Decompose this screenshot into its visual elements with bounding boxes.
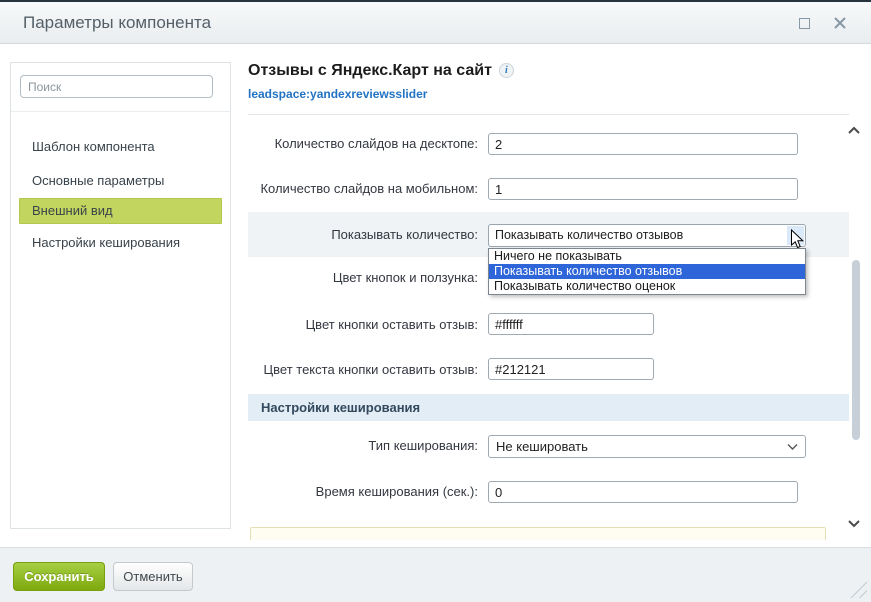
sidebar-item-cache-settings[interactable]: Настройки кеширования bbox=[11, 233, 230, 253]
buttons-slider-color-label: Цвет кнопок и ползунка: bbox=[248, 266, 478, 290]
next-section-partial bbox=[250, 527, 826, 540]
slides-desktop-label: Количество слайдов на десктопе: bbox=[248, 132, 478, 156]
footer: Сохранить Отменить bbox=[0, 547, 871, 602]
slides-mobile-input[interactable] bbox=[488, 178, 798, 200]
resize-grip[interactable] bbox=[848, 579, 867, 598]
cache-section-title: Настройки кеширования bbox=[248, 394, 849, 421]
show-count-label: Показывать количество: bbox=[248, 223, 478, 247]
review-button-text-color-input[interactable] bbox=[488, 358, 654, 380]
dialog-titlebar: Параметры компонента bbox=[0, 2, 871, 44]
page-title: Отзывы с Яндекс.Карт на сайт i bbox=[248, 62, 514, 80]
scrollbar-thumb[interactable] bbox=[852, 260, 860, 440]
review-button-color-label: Цвет кнопки оставить отзыв: bbox=[248, 313, 478, 337]
review-button-text-color-label: Цвет текста кнопки оставить отзыв: bbox=[248, 358, 478, 382]
component-title: Отзывы с Яндекс.Карт на сайт bbox=[248, 62, 492, 79]
dropdown-option-nothing[interactable]: Ничего не показывать bbox=[489, 249, 805, 264]
maximize-icon[interactable] bbox=[799, 18, 810, 29]
info-icon[interactable]: i bbox=[499, 63, 514, 78]
review-button-color-input[interactable] bbox=[488, 313, 654, 335]
chevron-down-icon bbox=[787, 443, 798, 451]
sidebar-item-template[interactable]: Шаблон компонента bbox=[11, 137, 230, 157]
search-input[interactable] bbox=[20, 75, 213, 98]
dropdown-option-ratings-count[interactable]: Показывать количество оценок bbox=[489, 279, 805, 294]
sidebar-item-main-params[interactable]: Основные параметры bbox=[11, 171, 230, 191]
scroll-up-icon[interactable] bbox=[847, 125, 861, 135]
sidebar-divider bbox=[11, 111, 230, 112]
sidebar-item-appearance[interactable]: Внешний вид bbox=[19, 198, 222, 224]
cache-type-selected-value: Не кешировать bbox=[496, 436, 588, 457]
scroll-down-icon[interactable] bbox=[847, 519, 861, 529]
cancel-button[interactable]: Отменить bbox=[113, 562, 193, 591]
cache-section-header: Настройки кеширования bbox=[248, 394, 849, 421]
dialog-title: Параметры компонента bbox=[23, 2, 211, 44]
cache-type-select[interactable]: Не кешировать bbox=[488, 435, 806, 458]
sidebar: Шаблон компонента Основные параметры Вне… bbox=[10, 62, 231, 529]
dropdown-option-reviews-count[interactable]: Показывать количество отзывов bbox=[489, 264, 805, 279]
show-count-dropdown: Ничего не показывать Показывать количест… bbox=[488, 248, 806, 295]
cache-type-label: Тип кеширования: bbox=[248, 434, 478, 458]
slides-mobile-label: Количество слайдов на мобильном: bbox=[248, 177, 478, 201]
header-divider bbox=[248, 114, 849, 115]
component-code: leadspace:yandexreviewsslider bbox=[248, 87, 427, 101]
slides-desktop-input[interactable] bbox=[488, 133, 798, 155]
close-icon[interactable] bbox=[833, 16, 847, 30]
cache-time-label: Время кеширования (сек.): bbox=[248, 480, 478, 504]
cache-time-input[interactable] bbox=[488, 481, 798, 503]
show-count-select[interactable]: Показывать количество отзывов bbox=[488, 224, 806, 247]
show-count-selected-value: Показывать количество отзывов bbox=[495, 225, 683, 246]
chevron-down-icon[interactable] bbox=[787, 226, 804, 245]
save-button[interactable]: Сохранить bbox=[13, 562, 105, 591]
component-parameters-dialog: Параметры компонента Шаблон компонента О… bbox=[0, 0, 871, 600]
